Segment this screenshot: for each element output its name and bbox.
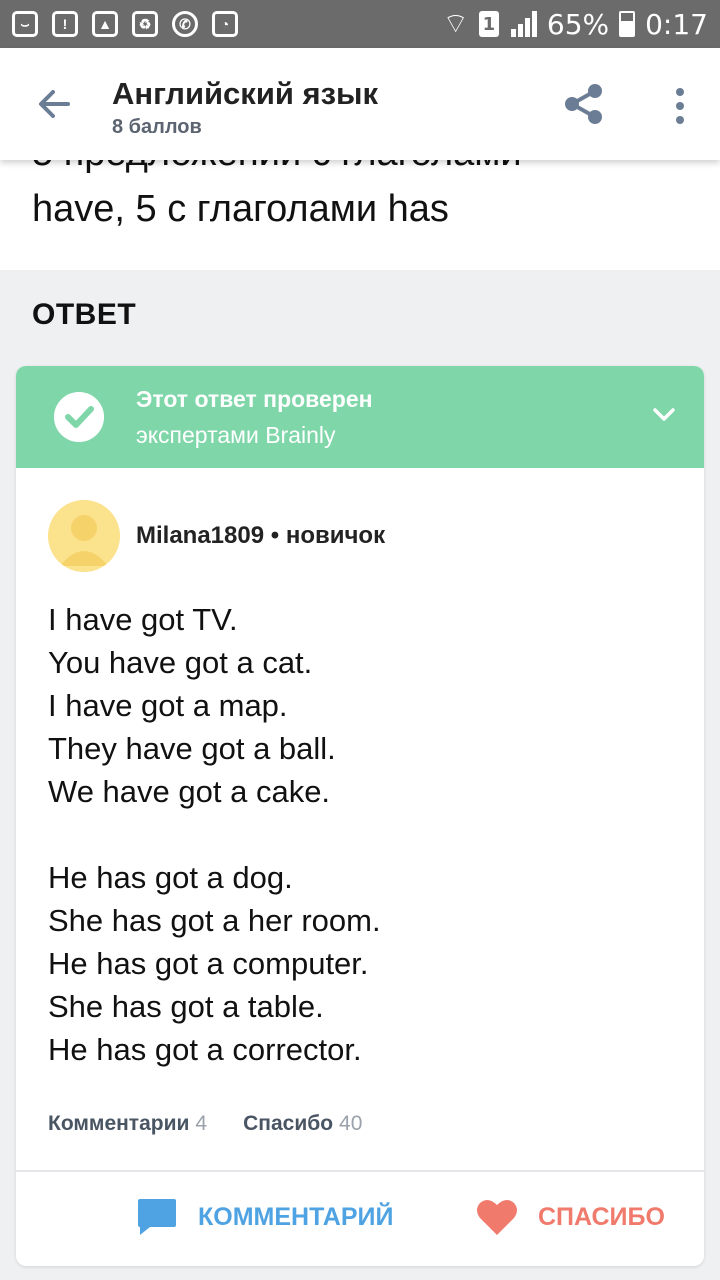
comments-stat-label: Комментарии [48, 1112, 190, 1135]
battery-icon [619, 11, 636, 37]
image-icon: ▲ [92, 11, 118, 37]
answer-body: I have got TV. You have got a cat. I hav… [48, 598, 381, 1071]
verified-banner[interactable]: Этот ответ проверен экспертами Brainly [16, 366, 704, 468]
answer-card: Этот ответ проверен экспертами Brainly M… [16, 366, 704, 1266]
verified-subtitle: экспертами Brainly [136, 422, 336, 448]
clock: 0:17 [645, 7, 708, 41]
answer-line: I have got TV. [48, 602, 238, 637]
app-bar: Английский язык 8 баллов [0, 48, 720, 160]
question-text: 5 предложений с глаголами have, 5 с глаг… [0, 160, 720, 270]
notification-icons: ⌣ ! ▲ ♻ ✆ ◔ [12, 11, 238, 37]
status-bar: ⌣ ! ▲ ♻ ✆ ◔ ⌔ 1 65% 0:17 [0, 0, 720, 48]
back-arrow-icon[interactable] [34, 84, 74, 124]
page-title: Английский язык [112, 76, 379, 111]
answer-line: He has got a corrector. [48, 1032, 362, 1067]
answer-line: They have got a ball. [48, 731, 336, 766]
screenshot-icon: ⌣ [12, 11, 38, 37]
answer-line [48, 813, 381, 856]
thanks-button[interactable]: СПАСИБО [476, 1194, 665, 1240]
comments-count: 4 [195, 1112, 208, 1135]
sim-icon: 1 [478, 11, 499, 37]
more-options-icon[interactable] [670, 86, 690, 126]
wifi-icon: ⌔ [442, 6, 469, 40]
comments-stat[interactable]: Комментарии 4 [48, 1112, 207, 1136]
thanks-button-label: СПАСИБО [538, 1202, 665, 1231]
phone-icon: ◔ [212, 11, 238, 37]
recycle-icon: ♻ [132, 11, 158, 37]
thanks-count: 40 [339, 1112, 363, 1135]
author-rank: новичок [285, 522, 386, 549]
comment-button-label: КОММЕНТАРИЙ [198, 1202, 394, 1231]
thanks-stat-label: Спасибо [243, 1112, 334, 1135]
answer-line: She has got a table. [48, 989, 324, 1024]
answer-heading: ОТВЕТ [32, 298, 137, 331]
verified-title: Этот ответ проверен [136, 386, 373, 412]
alert-icon: ! [52, 11, 78, 37]
signal-icon [509, 11, 537, 37]
question-last-line: have, 5 с глаголами has [32, 188, 449, 230]
answer-line: She has got a her room. [48, 903, 381, 938]
divider [16, 1170, 704, 1172]
chevron-down-icon[interactable] [652, 406, 676, 424]
avatar[interactable] [48, 500, 120, 572]
share-icon[interactable] [562, 82, 606, 126]
comment-button[interactable]: КОММЕНТАРИЙ [136, 1194, 393, 1240]
answer-line: We have got a cake. [48, 774, 331, 809]
author-name[interactable]: Milana1809 [136, 522, 264, 549]
points-label: 8 баллов [112, 116, 202, 138]
question-clipped-line: 5 предложений с глаголами [32, 160, 522, 175]
author-line: Milana1809 • новичок [136, 522, 385, 550]
answer-line: I have got a map. [48, 688, 288, 723]
author-separator: • [270, 522, 280, 549]
battery-percent: 65% [546, 7, 610, 41]
checkmark-icon [54, 392, 104, 442]
answer-line: You have got a cat. [48, 645, 313, 680]
thanks-stat: Спасибо 40 [243, 1112, 362, 1136]
answer-stats: Комментарии 4 Спасибо 40 [48, 1112, 362, 1136]
speech-bubble-icon [138, 1199, 176, 1235]
answer-line: He has got a dog. [48, 860, 293, 895]
heart-icon [477, 1199, 517, 1235]
whatsapp-icon: ✆ [172, 11, 198, 37]
answer-line: He has got a computer. [48, 946, 369, 981]
